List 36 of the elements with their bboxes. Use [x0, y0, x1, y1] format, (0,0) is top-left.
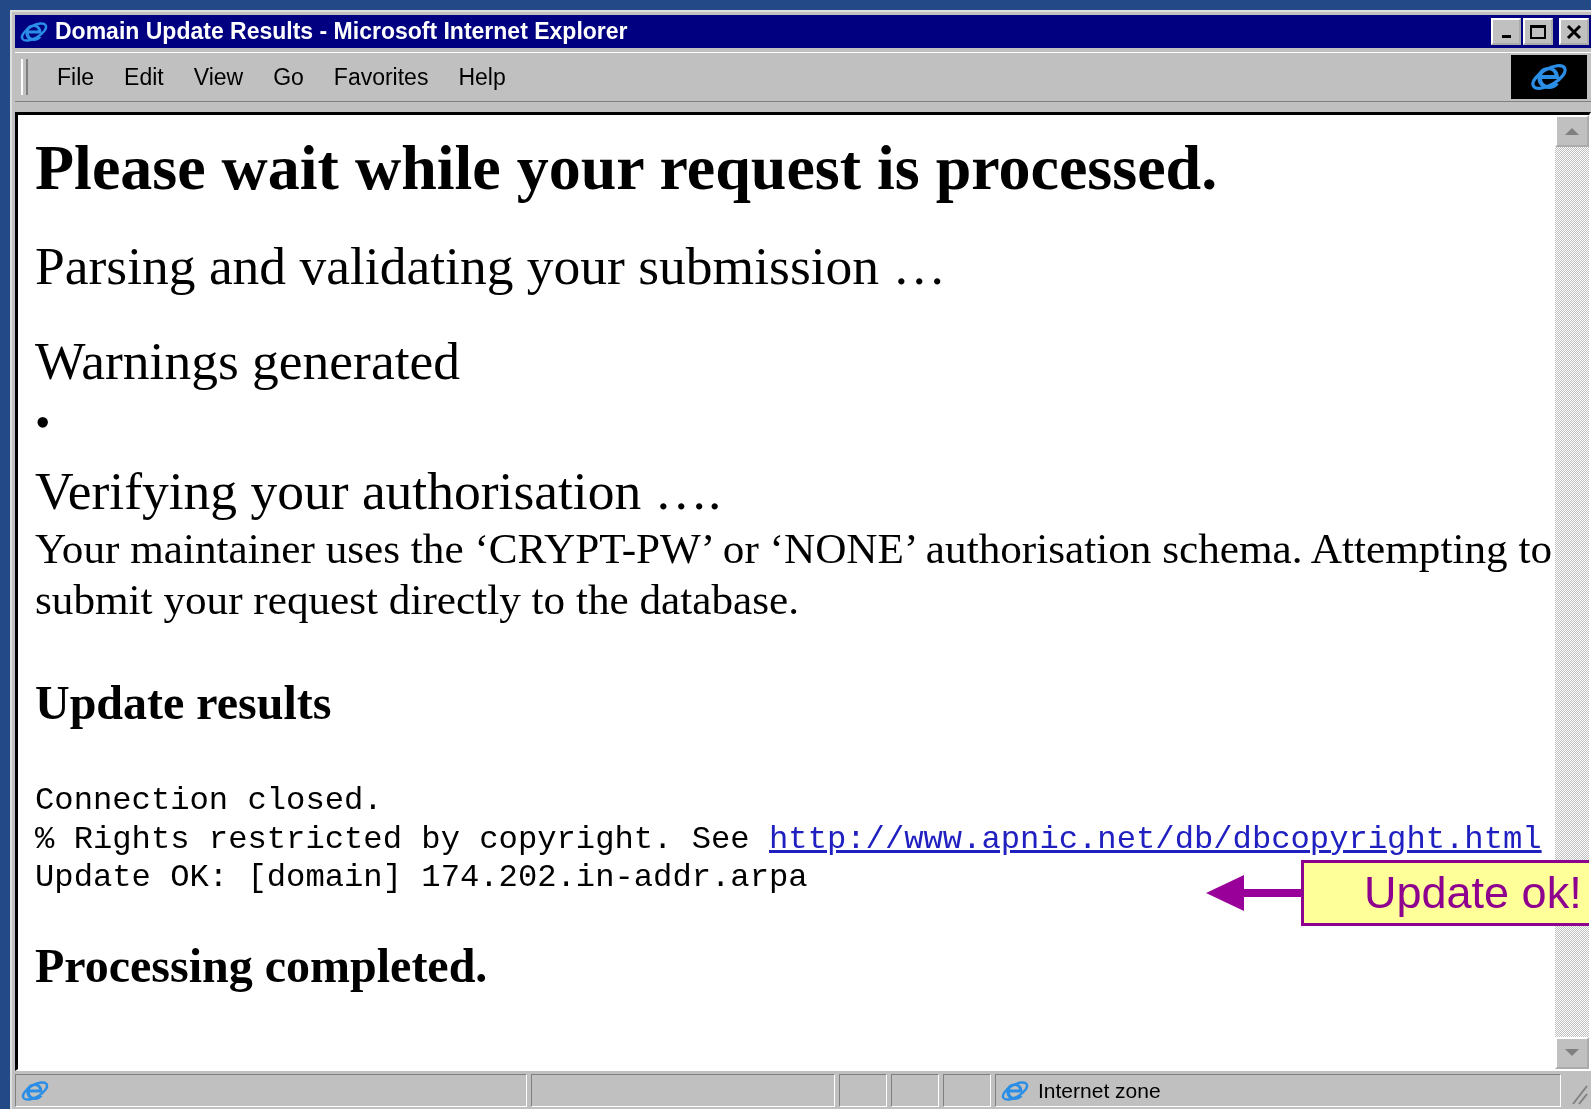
status-message: Verifying your authorisation …. — [35, 461, 722, 521]
minimize-icon — [1501, 35, 1511, 38]
menu-item[interactable]: File — [42, 63, 110, 91]
status-message: Warnings generated — [35, 331, 460, 391]
down-arrow-icon — [1565, 1049, 1579, 1057]
close-icon — [1566, 23, 1582, 40]
maximize-icon — [1529, 23, 1547, 40]
section-heading: Processing completed. — [35, 938, 488, 992]
close-button[interactable] — [1559, 18, 1589, 45]
maximize-button[interactable] — [1523, 18, 1553, 45]
menu-item[interactable]: Help — [443, 63, 521, 91]
status-message: Parsing and validating your submission … — [35, 236, 946, 296]
zone-label: Internet zone — [1038, 1078, 1161, 1103]
callout-label: Update ok! — [1301, 860, 1589, 926]
up-arrow-icon — [1565, 127, 1579, 135]
status-pane — [943, 1074, 991, 1107]
minimize-button[interactable] — [1491, 18, 1521, 45]
status-pane — [891, 1074, 939, 1107]
scroll-down-button[interactable] — [1555, 1037, 1589, 1069]
output-line: % Rights restricted by copyright. See — [35, 820, 751, 858]
paragraph: Your maintainer uses the ‘CRYPT-PW’ or ‘NONE’ authorisation schema. Attempting to submit your request directly to the database. — [35, 525, 1552, 623]
output-line: Update OK: [domain] 174.202.in-addr.arpa — [35, 859, 808, 896]
page-heading: Please wait while your request is processed. — [35, 132, 1218, 203]
copyright-link[interactable]: http://www.apnic.net/db/dbcopyright.html — [769, 820, 1542, 858]
output-line: Connection closed. — [35, 782, 383, 819]
menu-item[interactable]: View — [178, 63, 259, 91]
menu-item[interactable]: Edit — [109, 63, 179, 91]
status-pane — [839, 1074, 887, 1107]
window-title: Domain Update Results - Microsoft Internet Explorer — [55, 18, 629, 45]
arrow-icon — [1206, 873, 1301, 913]
toolbar-grip[interactable] — [21, 59, 28, 95]
scroll-up-button[interactable] — [1555, 115, 1589, 147]
menu-item[interactable]: Favorites — [318, 63, 444, 91]
menu-item[interactable]: Go — [258, 63, 319, 91]
bullet-marker: • — [35, 398, 51, 447]
section-heading: Update results — [35, 676, 332, 729]
